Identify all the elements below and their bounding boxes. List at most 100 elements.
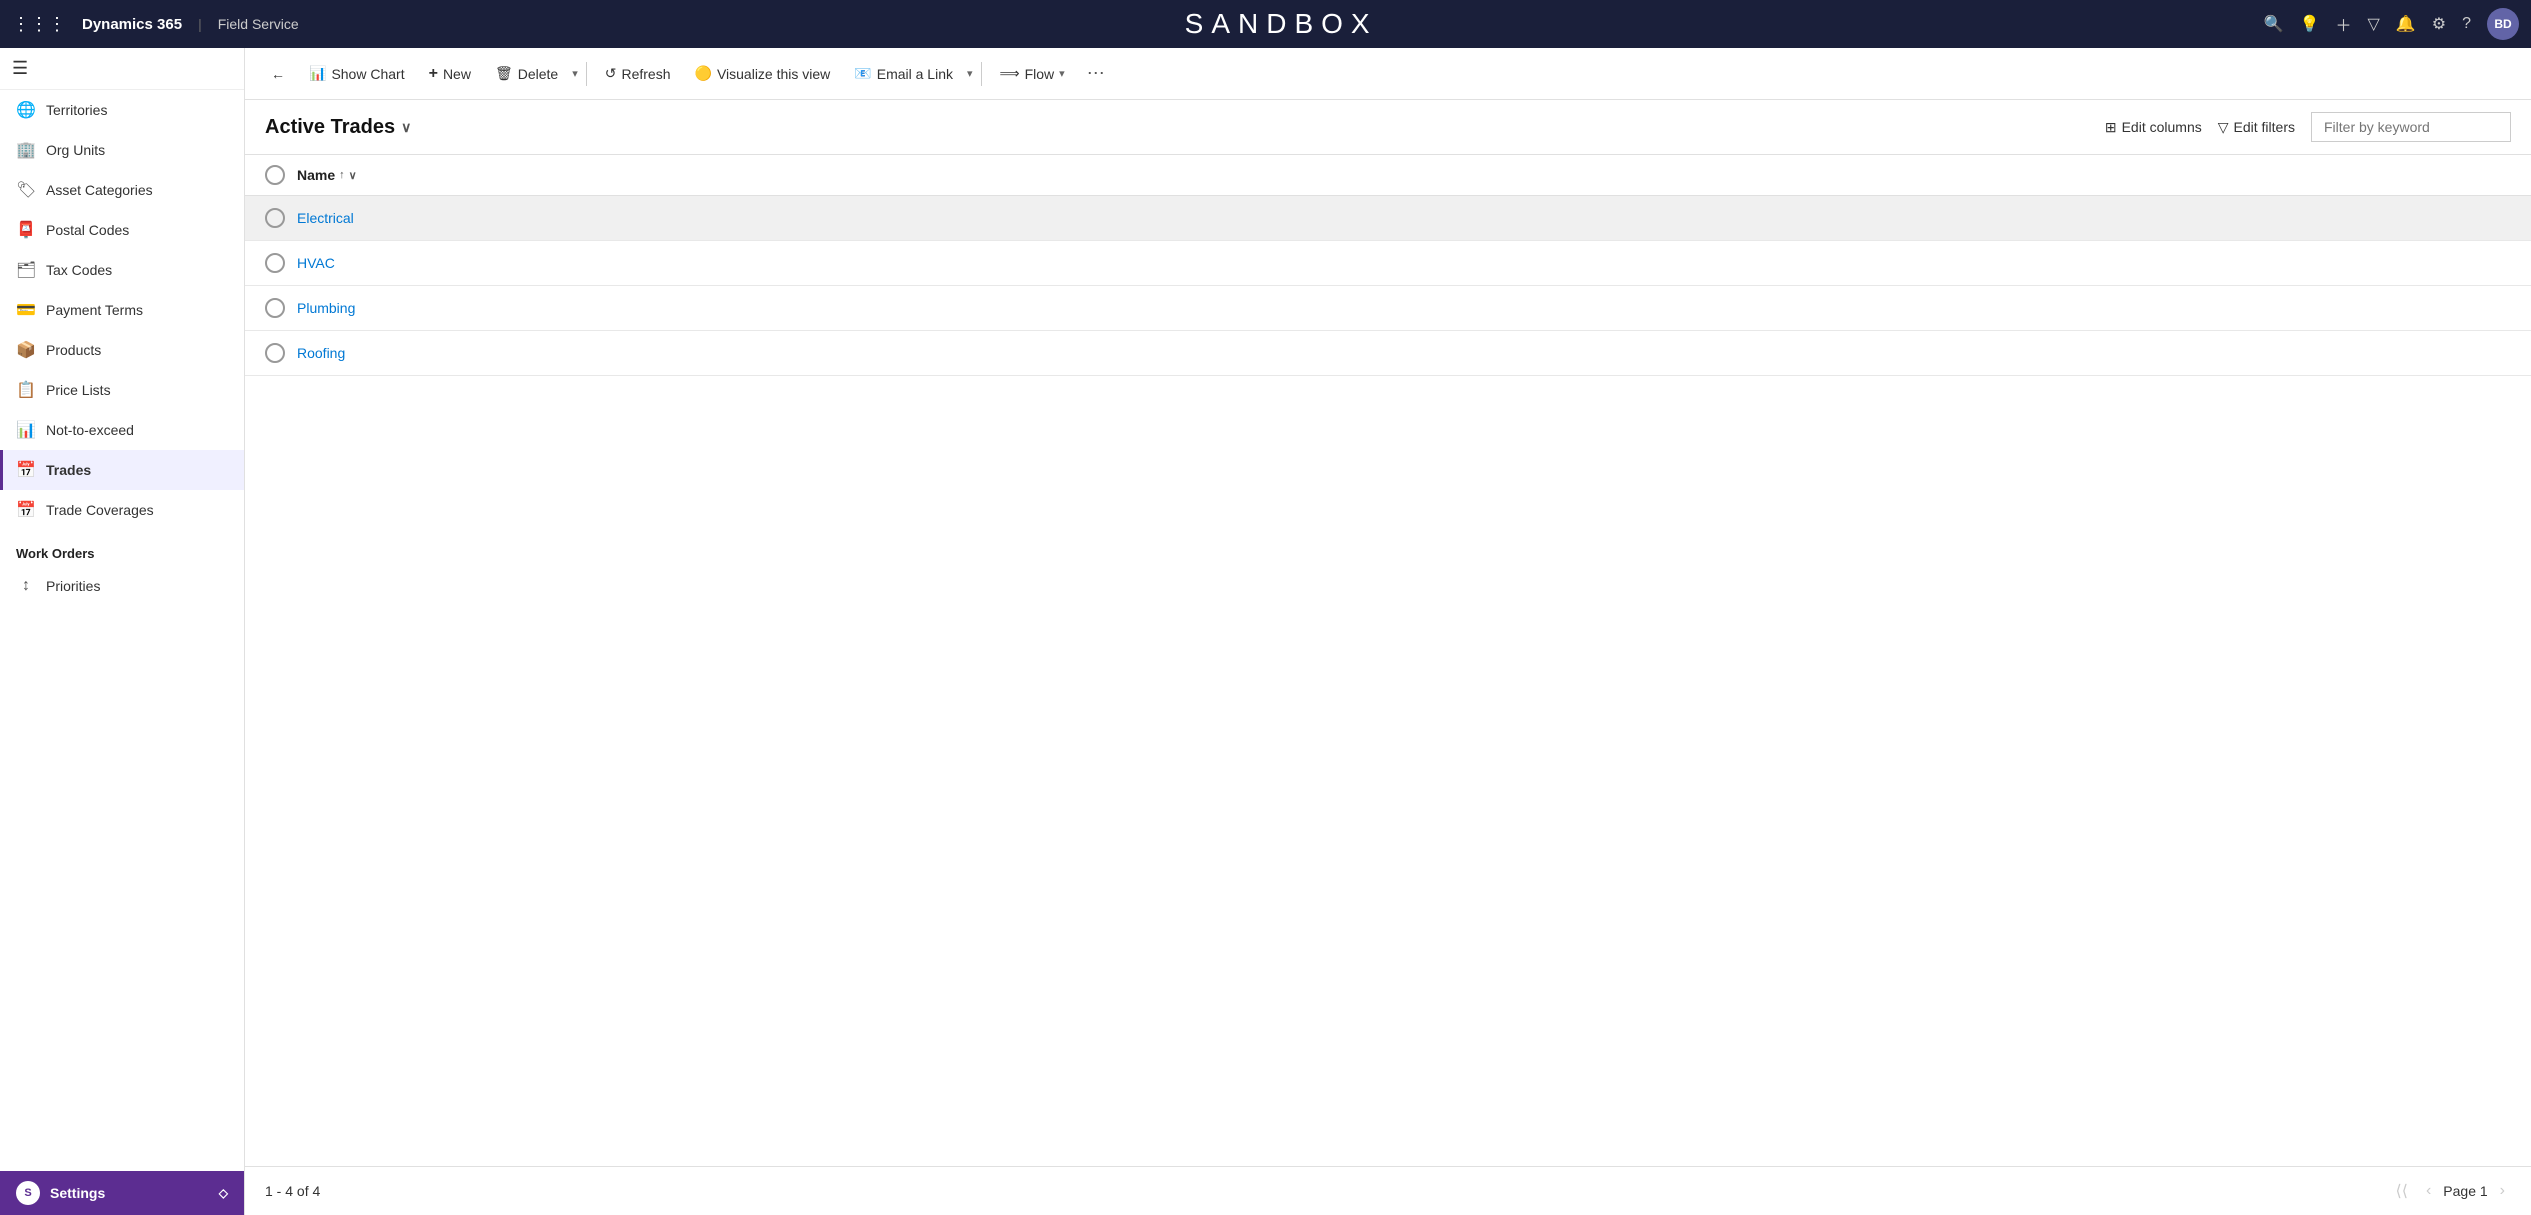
email-icon: 📧 bbox=[854, 65, 871, 82]
sidebar-label-postal-codes: Postal Codes bbox=[46, 222, 129, 238]
waffle-icon[interactable]: ⋮⋮⋮ bbox=[12, 14, 66, 35]
columns-icon: ⊞ bbox=[2105, 119, 2117, 136]
table-row[interactable]: Plumbing bbox=[245, 286, 2531, 331]
app-name: Dynamics 365 bbox=[82, 16, 182, 33]
filter-icon[interactable]: ▽ bbox=[2368, 14, 2380, 34]
nav-divider: | bbox=[198, 16, 202, 32]
sidebar-item-org-units[interactable]: 🏢 Org Units bbox=[0, 130, 244, 170]
sidebar-item-postal-codes[interactable]: 📮 Postal Codes bbox=[0, 210, 244, 250]
toolbar-divider-1 bbox=[586, 62, 587, 86]
sandbox-title: SANDBOX bbox=[311, 8, 2252, 40]
products-icon: 📦 bbox=[16, 340, 36, 360]
sidebar-item-products[interactable]: 📦 Products bbox=[0, 330, 244, 370]
toolbar: ← 📊 Show Chart + New 🗑 Delete ▾ ↺ Refres… bbox=[245, 48, 2531, 100]
row-checkbox-3[interactable] bbox=[265, 343, 285, 363]
trades-icon: 📅 bbox=[16, 460, 36, 480]
sidebar-item-price-lists[interactable]: 📋 Price Lists bbox=[0, 370, 244, 410]
work-orders-section-title: Work Orders bbox=[0, 530, 244, 567]
visualize-button[interactable]: 🟡 Visualize this view bbox=[685, 59, 841, 88]
flow-icon: ⟹ bbox=[1000, 65, 1020, 82]
sidebar-item-trade-coverages[interactable]: 📅 Trade Coverages bbox=[0, 490, 244, 530]
refresh-icon: ↺ bbox=[605, 65, 617, 82]
module-name: Field Service bbox=[218, 16, 299, 32]
header-checkbox[interactable] bbox=[265, 165, 285, 185]
payment-terms-icon: 💳 bbox=[16, 300, 36, 320]
sidebar-item-payment-terms[interactable]: 💳 Payment Terms bbox=[0, 290, 244, 330]
search-icon[interactable]: 🔍 bbox=[2264, 14, 2284, 34]
content-area: ← 📊 Show Chart + New 🗑 Delete ▾ ↺ Refres… bbox=[245, 48, 2531, 1215]
bell-icon[interactable]: 🔔 bbox=[2396, 14, 2416, 34]
prev-page-button[interactable]: ‹ bbox=[2420, 1178, 2437, 1204]
edit-filters-button[interactable]: ▽ Edit filters bbox=[2218, 119, 2295, 136]
table-header: Name ↑ ∨ bbox=[245, 155, 2531, 196]
sidebar-item-priorities[interactable]: ↕ Priorities bbox=[0, 567, 244, 605]
table-area: Name ↑ ∨ Electrical HVAC Plumbing bbox=[245, 155, 2531, 1166]
sidebar-item-tax-codes[interactable]: 🗂 Tax Codes bbox=[0, 250, 244, 290]
delete-icon: 🗑 bbox=[495, 65, 513, 82]
sidebar-label-products: Products bbox=[46, 342, 101, 358]
back-icon: ← bbox=[271, 66, 285, 82]
settings-label: Settings bbox=[50, 1185, 105, 1201]
sidebar-item-territories[interactable]: 🌐 Territories bbox=[0, 90, 244, 130]
priorities-icon: ↕ bbox=[16, 577, 36, 595]
pagination: ⟨⟨ ‹ Page 1 › bbox=[2389, 1177, 2511, 1205]
user-avatar[interactable]: BD bbox=[2487, 8, 2519, 40]
more-options-button[interactable]: ⋯ bbox=[1079, 59, 1113, 88]
lightbulb-icon[interactable]: 💡 bbox=[2300, 14, 2320, 34]
asset-categories-icon: 🏷 bbox=[16, 180, 36, 200]
view-title[interactable]: Active Trades ∨ bbox=[265, 116, 411, 139]
help-icon[interactable]: ? bbox=[2462, 15, 2471, 33]
table-row[interactable]: Roofing bbox=[245, 331, 2531, 376]
add-icon[interactable]: ＋ bbox=[2336, 12, 2352, 36]
sidebar-label-trades: Trades bbox=[46, 462, 91, 478]
row-link-electrical[interactable]: Electrical bbox=[297, 210, 354, 226]
sidebar-label-trade-coverages: Trade Coverages bbox=[46, 502, 154, 518]
sidebar-label-payment-terms: Payment Terms bbox=[46, 302, 143, 318]
row-link-hvac[interactable]: HVAC bbox=[297, 255, 335, 271]
email-dropdown-arrow[interactable]: ▾ bbox=[967, 67, 973, 80]
refresh-button[interactable]: ↺ Refresh bbox=[595, 59, 681, 88]
table-row[interactable]: Electrical bbox=[245, 196, 2531, 241]
page-label: Page 1 bbox=[2443, 1183, 2487, 1199]
main-layout: ☰ 🌐 Territories 🏢 Org Units 🏷 Asset Cate… bbox=[0, 48, 2531, 1215]
back-button[interactable]: ← bbox=[261, 60, 295, 88]
nav-icons-group: 🔍 💡 ＋ ▽ 🔔 ⚙ ? BD bbox=[2264, 8, 2519, 40]
sidebar-item-not-to-exceed[interactable]: 📊 Not-to-exceed bbox=[0, 410, 244, 450]
settings-item[interactable]: S Settings ◇ bbox=[0, 1171, 244, 1215]
flow-dropdown-arrow: ▾ bbox=[1059, 67, 1065, 80]
table-row[interactable]: HVAC bbox=[245, 241, 2531, 286]
row-checkbox-2[interactable] bbox=[265, 298, 285, 318]
record-count: 1 - 4 of 4 bbox=[265, 1183, 320, 1199]
sidebar-item-asset-categories[interactable]: 🏷 Asset Categories bbox=[0, 170, 244, 210]
name-column-header[interactable]: Name ↑ ∨ bbox=[297, 167, 357, 183]
flow-button[interactable]: ⟹ Flow ▾ bbox=[990, 59, 1075, 88]
delete-button[interactable]: 🗑 Delete bbox=[485, 59, 568, 88]
email-link-button[interactable]: 📧 Email a Link bbox=[844, 59, 963, 88]
row-checkbox-0[interactable] bbox=[265, 208, 285, 228]
sort-asc-icon: ↑ bbox=[339, 169, 345, 181]
sidebar-label-org-units: Org Units bbox=[46, 142, 105, 158]
sidebar-hamburger-icon[interactable]: ☰ bbox=[12, 58, 28, 79]
show-chart-button[interactable]: 📊 Show Chart bbox=[299, 59, 415, 88]
settings-icon[interactable]: ⚙ bbox=[2432, 14, 2446, 34]
row-link-plumbing[interactable]: Plumbing bbox=[297, 300, 355, 316]
new-button[interactable]: + New bbox=[419, 59, 481, 89]
row-link-roofing[interactable]: Roofing bbox=[297, 345, 345, 361]
tax-codes-icon: 🗂 bbox=[16, 260, 36, 280]
filter-funnel-icon: ▽ bbox=[2218, 119, 2229, 136]
delete-dropdown-arrow[interactable]: ▾ bbox=[572, 67, 578, 80]
sidebar: ☰ 🌐 Territories 🏢 Org Units 🏷 Asset Cate… bbox=[0, 48, 245, 1215]
chart-icon: 📊 bbox=[309, 65, 326, 82]
sidebar-item-trades[interactable]: 📅 Trades bbox=[0, 450, 244, 490]
table-footer: 1 - 4 of 4 ⟨⟨ ‹ Page 1 › bbox=[245, 1166, 2531, 1215]
row-checkbox-1[interactable] bbox=[265, 253, 285, 273]
sort-dropdown-icon[interactable]: ∨ bbox=[349, 169, 357, 182]
next-page-button[interactable]: › bbox=[2494, 1178, 2511, 1204]
first-page-button[interactable]: ⟨⟨ bbox=[2389, 1177, 2413, 1205]
top-navigation: ⋮⋮⋮ Dynamics 365 | Field Service SANDBOX… bbox=[0, 0, 2531, 48]
sidebar-label-asset-categories: Asset Categories bbox=[46, 182, 153, 198]
view-header: Active Trades ∨ ⊞ Edit columns ▽ Edit fi… bbox=[245, 100, 2531, 155]
edit-columns-button[interactable]: ⊞ Edit columns bbox=[2105, 119, 2202, 136]
sidebar-label-priorities: Priorities bbox=[46, 578, 100, 594]
filter-keyword-input[interactable] bbox=[2311, 112, 2511, 142]
